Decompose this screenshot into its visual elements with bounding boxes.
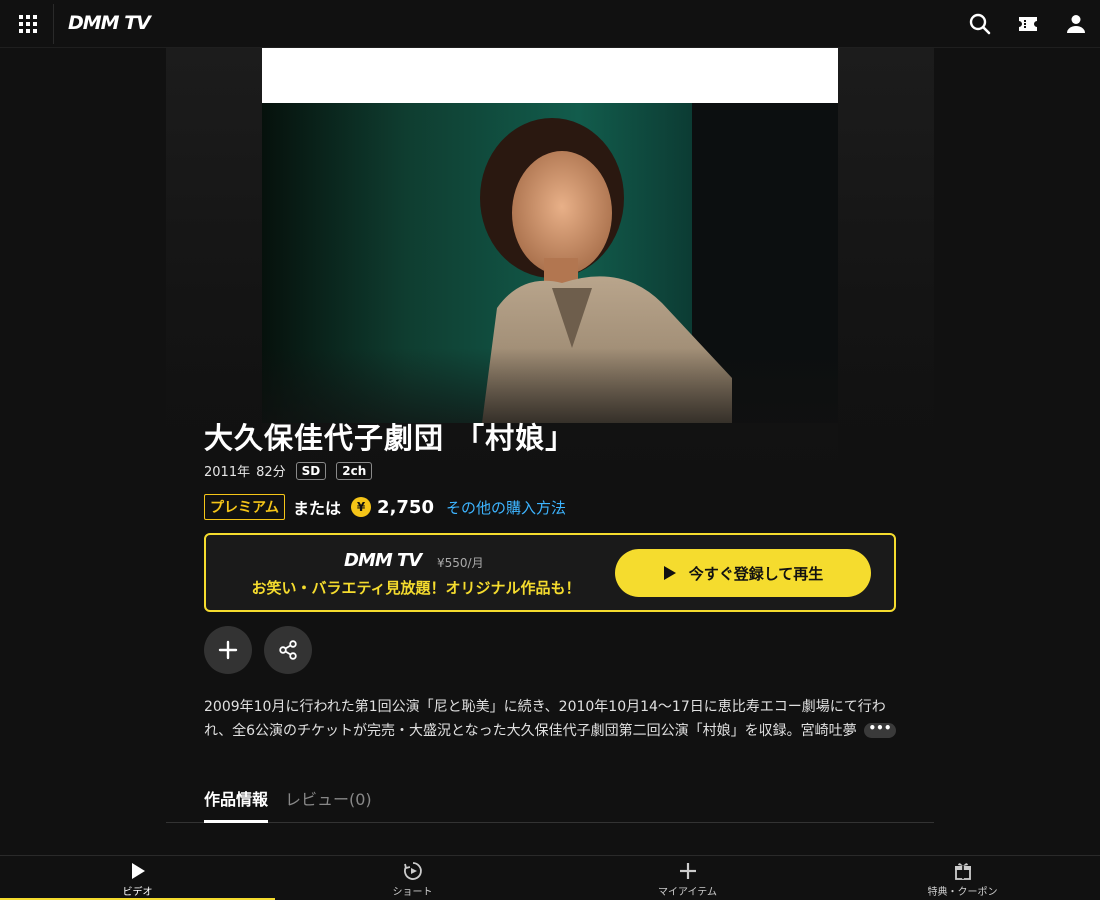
yen-icon: ¥ [351,497,372,517]
promo-monthly-price: ¥550/月 [437,556,484,570]
nav-label-video: ビデオ [122,887,153,898]
ticket-icon[interactable] [1016,12,1040,36]
description-text: 2009年10月に行われた第1回公演「尼と恥美」に続き、2010年10月14～1… [204,699,886,739]
promo-tagline: お笑い・バラエティ見放題！オリジナル作品も！ [251,579,581,597]
apps-grid-icon[interactable] [18,14,38,34]
nav-label-short: ショート [392,887,433,898]
release-year: 2011年 [204,465,251,480]
short-play-icon [403,862,422,880]
plus-icon [679,863,696,879]
nav-item-benefits-coupons[interactable]: 特典・クーポン [825,856,1100,900]
tab-reviews[interactable]: レビュー(0) [285,786,372,810]
active-tab-indicator [204,820,268,823]
or-text: または [293,499,342,518]
user-icon[interactable] [1064,12,1088,36]
nav-item-video[interactable]: ビデオ [0,856,275,900]
subscribe-and-play-button[interactable]: 今すぐ登録して再生 [615,549,871,597]
bottom-navigation: ビデオ ショート マイアイテム 特典・クーポン [0,855,1100,900]
search-icon[interactable] [968,12,992,36]
content-tabs: 作品情報 レビュー(0) [166,780,934,823]
top-bar: DMM TV [0,0,1100,48]
price-row: プレミアム または ¥ 2,750 その他の購入方法 [204,494,566,520]
subscribe-and-play-label: 今すぐ登録して再生 [688,564,824,583]
premium-badge: プレミアム [204,494,286,520]
expand-description-button[interactable]: ••• [864,722,896,738]
share-icon [279,640,297,660]
duration: 82分 [256,465,286,480]
other-purchase-link[interactable]: その他の購入方法 [446,497,566,518]
share-button[interactable] [264,626,312,674]
nav-item-my-items[interactable]: マイアイテム [550,856,825,900]
hero-banner [166,48,934,478]
add-to-my-list-button[interactable] [204,626,252,674]
nav-label-benefits-coupons: 特典・クーポン [927,887,998,898]
promo-dmm-tv-logo: DMM TV [344,550,422,571]
hero-fade [166,348,934,478]
nav-item-short[interactable]: ショート [275,856,550,900]
plus-icon [218,640,238,660]
page-title: 大久保佳代子劇団 「村娘」 [204,421,576,455]
purchase-price: 2,750 [377,496,434,518]
tab-work-info[interactable]: 作品情報 [204,786,268,810]
video-meta: 2011年 82分 SD 2ch [204,461,378,480]
play-icon [663,566,676,580]
nav-label-my-items: マイアイテム [658,887,717,898]
audio-badge: 2ch [336,461,373,480]
header-divider [53,4,54,44]
gift-icon [954,863,971,880]
quality-badge: SD [295,461,327,480]
dmm-tv-logo[interactable]: DMM TV [68,12,151,34]
subscription-promo: DMM TV ¥550/月 お笑い・バラエティ見放題！オリジナル作品も！ 今すぐ… [204,533,896,612]
play-icon [131,863,145,879]
